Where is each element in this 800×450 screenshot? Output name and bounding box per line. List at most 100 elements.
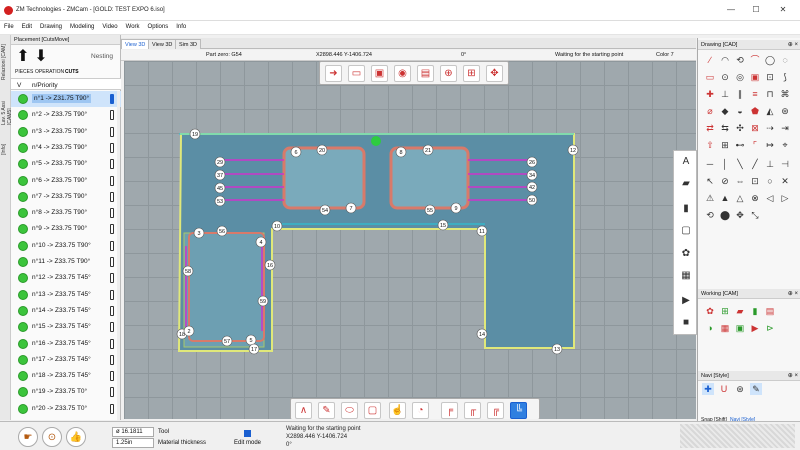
status-ok-icon[interactable] bbox=[18, 240, 28, 251]
nesting-label[interactable]: Nesting bbox=[91, 53, 113, 60]
close-button[interactable]: ✕ bbox=[772, 3, 794, 17]
status-ok-icon[interactable] bbox=[18, 191, 28, 202]
priority-handle-icon[interactable] bbox=[110, 159, 114, 170]
cad-tool-icon[interactable]: ▲ bbox=[719, 192, 731, 204]
list-item[interactable]: n°14 -> Z33.75 T45° bbox=[11, 303, 121, 319]
cam-tool-icon[interactable]: ▶ bbox=[749, 322, 761, 334]
cad-tool-icon[interactable]: ⟆ bbox=[779, 71, 791, 83]
col-check-header[interactable]: V bbox=[17, 82, 21, 89]
status-ok-icon[interactable] bbox=[18, 110, 28, 121]
corner-tool-1-icon[interactable]: ╒ bbox=[441, 402, 458, 419]
stop-3d-icon[interactable]: ■ bbox=[678, 315, 694, 330]
priority-handle-icon[interactable] bbox=[110, 191, 114, 202]
list-item[interactable]: n°13 -> Z33.75 T45° bbox=[11, 287, 121, 303]
cad-tool-icon[interactable]: ∕ bbox=[704, 54, 716, 66]
cam-tool-icon[interactable]: ⊞ bbox=[719, 305, 731, 317]
cad-tool-icon[interactable]: ◎ bbox=[734, 71, 746, 83]
thumbs-up-icon[interactable]: 👍 bbox=[66, 427, 86, 447]
cam-tool-icon[interactable]: ▦ bbox=[719, 322, 731, 334]
pointer-icon[interactable]: ☝ bbox=[389, 402, 406, 419]
frame-icon[interactable]: ▢ bbox=[678, 223, 694, 238]
status-ok-icon[interactable] bbox=[18, 208, 28, 219]
cad-tool-icon[interactable]: ◌ bbox=[779, 54, 791, 66]
color-select[interactable]: Color 7 bbox=[656, 52, 674, 58]
priority-handle-icon[interactable] bbox=[110, 224, 114, 235]
cad-tool-icon[interactable]: ○ bbox=[764, 175, 776, 187]
cad-tool-icon[interactable]: ⊷ bbox=[734, 139, 746, 151]
cad-tool-icon[interactable]: ─ bbox=[704, 158, 716, 170]
priority-handle-icon[interactable] bbox=[110, 208, 114, 219]
clamp-icon[interactable]: ⊙ bbox=[42, 427, 62, 447]
priority-handle-icon[interactable] bbox=[110, 403, 114, 414]
list-item[interactable]: n°3 -> Z33.75 T90° bbox=[11, 124, 121, 140]
list-item[interactable]: n°10 -> Z33.75 T90° bbox=[11, 238, 121, 254]
priority-handle-icon[interactable] bbox=[110, 240, 114, 251]
import-icon[interactable]: ➜ bbox=[325, 65, 342, 82]
snap-cross-icon[interactable]: ✚ bbox=[702, 383, 714, 395]
corner-tool-3-icon[interactable]: ╔ bbox=[487, 402, 504, 419]
status-ok-icon[interactable] bbox=[18, 224, 28, 235]
play-3d-icon[interactable]: ▶ bbox=[678, 293, 694, 308]
cad-tool-icon[interactable]: ⟲ bbox=[734, 54, 746, 66]
status-ok-icon[interactable] bbox=[18, 338, 28, 349]
text-tool-icon[interactable]: A bbox=[678, 154, 694, 169]
priority-handle-icon[interactable] bbox=[110, 273, 114, 284]
stairs-icon[interactable]: ▤ bbox=[417, 65, 434, 82]
cad-tool-icon[interactable]: ◭ bbox=[764, 105, 776, 117]
cad-tool-icon[interactable]: ⊓ bbox=[764, 88, 776, 100]
cad-tool-icon[interactable]: ∥ bbox=[734, 88, 746, 100]
priority-handle-icon[interactable] bbox=[110, 94, 114, 104]
cam-tool-icon[interactable]: ▮ bbox=[749, 305, 761, 317]
vtab-relazioni[interactable]: Relazioni [CAM] bbox=[1, 40, 10, 80]
tab-view3d-2[interactable]: View 3D bbox=[148, 39, 177, 49]
minimize-button[interactable]: — bbox=[720, 3, 742, 17]
priority-handle-icon[interactable] bbox=[110, 126, 114, 137]
cad-tool-icon[interactable]: ⊘ bbox=[719, 175, 731, 187]
shape-tool-icon[interactable]: ⬭ bbox=[341, 402, 358, 419]
truck-icon[interactable]: ▰ bbox=[678, 176, 694, 191]
status-ok-icon[interactable] bbox=[18, 289, 28, 300]
cad-tool-icon[interactable]: │ bbox=[719, 158, 731, 170]
cad-tool-icon[interactable]: ⟲ bbox=[704, 209, 716, 221]
priority-handle-icon[interactable] bbox=[110, 110, 114, 121]
priority-handle-icon[interactable] bbox=[110, 175, 114, 186]
cad-tool-icon[interactable]: ⊣ bbox=[779, 158, 791, 170]
pin-icon[interactable]: ⊕ × bbox=[788, 41, 798, 48]
cad-tool-icon[interactable]: ✣ bbox=[734, 122, 746, 134]
cam-tool-icon[interactable]: ▤ bbox=[764, 305, 776, 317]
priority-handle-icon[interactable] bbox=[110, 305, 114, 316]
cad-tool-icon[interactable]: ╲ bbox=[734, 158, 746, 170]
cad-tool-icon[interactable]: ▭ bbox=[704, 71, 716, 83]
status-ok-icon[interactable] bbox=[18, 387, 28, 398]
material-thickness-field[interactable]: 1.25in bbox=[112, 438, 154, 448]
cad-tool-icon[interactable]: ⌘ bbox=[779, 88, 791, 100]
list-item[interactable]: n°7 -> Z33.75 T90° bbox=[11, 189, 121, 205]
priority-handle-icon[interactable] bbox=[110, 338, 114, 349]
cad-tool-icon[interactable]: ⇔ bbox=[734, 175, 746, 187]
arrow-up-icon[interactable]: ⬆ bbox=[15, 49, 31, 65]
camera-icon[interactable]: ◉ bbox=[394, 65, 411, 82]
cad-tool-icon[interactable]: ⌖ bbox=[779, 139, 791, 151]
list-item[interactable]: n°19 -> Z33.75 T0° bbox=[11, 384, 121, 400]
cad-tool-icon[interactable]: ◠ bbox=[719, 54, 731, 66]
drawing-canvas[interactable]: 19126 20 8 21293745532634425054 7 55 910 15113 5… bbox=[124, 61, 696, 419]
status-ok-icon[interactable] bbox=[18, 371, 28, 382]
list-item[interactable]: n°5 -> Z33.75 T90° bbox=[11, 156, 121, 172]
status-ok-icon[interactable] bbox=[18, 94, 28, 104]
start-point-marker[interactable] bbox=[371, 136, 381, 146]
tab-view3d-1[interactable]: View 3D bbox=[121, 39, 150, 49]
cad-tool-icon[interactable]: ⬤ bbox=[719, 209, 731, 221]
cad-tool-icon[interactable]: ⇢ bbox=[764, 122, 776, 134]
status-ok-icon[interactable] bbox=[18, 305, 28, 316]
cam-tool-icon[interactable]: ◑ bbox=[704, 322, 716, 334]
cad-tool-icon[interactable]: ✕ bbox=[779, 175, 791, 187]
cad-tool-icon[interactable]: ⊥ bbox=[719, 88, 731, 100]
arrow-down-icon[interactable]: ⬇ bbox=[33, 49, 49, 65]
tab-sim3d[interactable]: Sim 3D bbox=[175, 39, 202, 49]
list-item[interactable]: n°6 -> Z33.75 T90° bbox=[11, 173, 121, 189]
cad-tool-icon[interactable]: ◯ bbox=[764, 54, 776, 66]
list-item[interactable]: n°20 -> Z33.75 T0° bbox=[11, 401, 121, 417]
cad-tool-icon[interactable]: ⇧ bbox=[704, 139, 716, 151]
cad-tool-icon[interactable]: ≡ bbox=[749, 88, 761, 100]
cad-tool-icon[interactable]: ⬟ bbox=[749, 105, 761, 117]
